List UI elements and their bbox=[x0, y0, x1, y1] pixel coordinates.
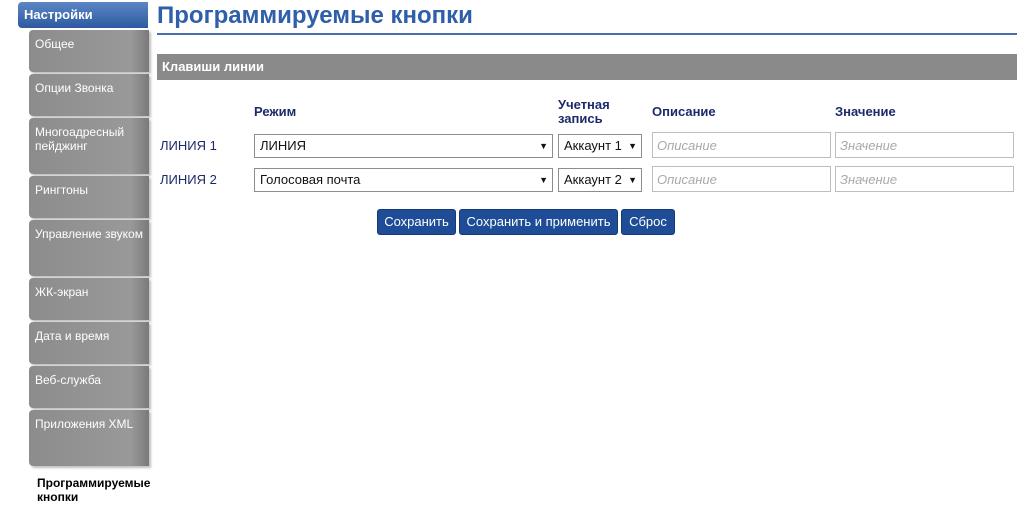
column-header-mode: Режим bbox=[254, 104, 297, 119]
sidebar-item-general[interactable]: Общее bbox=[29, 30, 149, 72]
mode-select-line-2[interactable]: Голосовая почта ▼ bbox=[254, 168, 553, 192]
sidebar-item-call-options[interactable]: Опции Звонка bbox=[29, 74, 149, 116]
page-title: Программируемые кнопки bbox=[157, 2, 473, 29]
account-select-line-2[interactable]: Аккаунт 2 ▼ bbox=[558, 168, 642, 192]
description-input-line-2[interactable] bbox=[652, 166, 831, 192]
sidebar-header[interactable]: Настройки bbox=[18, 2, 148, 28]
account-select-value: Аккаунт 2 bbox=[564, 172, 622, 187]
sidebar-item-web-service[interactable]: Веб-служба bbox=[29, 366, 149, 408]
sidebar-item-programmable-keys[interactable]: Программируемые кнопки bbox=[37, 476, 152, 504]
sidebar-item-date-time[interactable]: Дата и время bbox=[29, 322, 149, 364]
section-header: Клавиши линии bbox=[157, 54, 1017, 80]
account-select-value: Аккаунт 1 bbox=[564, 138, 622, 153]
chevron-down-icon: ▼ bbox=[539, 141, 548, 151]
reset-button[interactable]: Сброс bbox=[621, 209, 675, 235]
sidebar-item-xml-apps[interactable]: Приложения XML bbox=[29, 410, 149, 466]
sidebar-item-label: Опции Звонка bbox=[35, 81, 114, 95]
sidebar-item-ringtones[interactable]: Рингтоны bbox=[29, 176, 149, 218]
description-input-line-1[interactable] bbox=[652, 132, 831, 158]
chevron-down-icon: ▼ bbox=[628, 175, 637, 185]
sidebar-item-label: Приложения XML bbox=[35, 417, 134, 431]
mode-select-value: ЛИНИЯ bbox=[260, 138, 306, 153]
title-divider bbox=[157, 33, 1017, 35]
column-header-account: Учетная запись bbox=[558, 97, 610, 126]
sidebar-item-label: Общее bbox=[35, 37, 75, 51]
chevron-down-icon: ▼ bbox=[539, 175, 548, 185]
row-label-line-1: ЛИНИЯ 1 bbox=[160, 138, 217, 153]
sidebar-item-label: Многоадресный пейджинг bbox=[35, 125, 125, 153]
mode-select-line-1[interactable]: ЛИНИЯ ▼ bbox=[254, 134, 553, 158]
value-input-line-2[interactable] bbox=[835, 166, 1014, 192]
column-header-value: Значение bbox=[835, 104, 896, 119]
sidebar-item-lcd[interactable]: ЖК-экран bbox=[29, 278, 149, 320]
mode-select-value: Голосовая почта bbox=[260, 172, 361, 187]
account-select-line-1[interactable]: Аккаунт 1 ▼ bbox=[558, 134, 642, 158]
sidebar-item-label: Рингтоны bbox=[35, 183, 88, 197]
chevron-down-icon: ▼ bbox=[628, 141, 637, 151]
value-input-line-1[interactable] bbox=[835, 132, 1014, 158]
row-label-line-2: ЛИНИЯ 2 bbox=[160, 172, 217, 187]
save-button[interactable]: Сохранить bbox=[377, 209, 456, 235]
sidebar-item-label: Дата и время bbox=[35, 329, 110, 343]
sidebar-item-label: Веб-служба bbox=[35, 373, 101, 387]
sidebar-item-label: ЖК-экран bbox=[35, 285, 89, 299]
sidebar: Настройки Общее Опции Звонка Многоадресн… bbox=[0, 0, 152, 525]
save-apply-button[interactable]: Сохранить и применить bbox=[459, 209, 618, 235]
sidebar-item-label: Управление звуком bbox=[35, 227, 143, 241]
column-header-description: Описание bbox=[652, 104, 716, 119]
sidebar-item-audio-control[interactable]: Управление звуком bbox=[29, 220, 149, 276]
sidebar-item-multicast-paging[interactable]: Многоадресный пейджинг bbox=[29, 118, 149, 174]
